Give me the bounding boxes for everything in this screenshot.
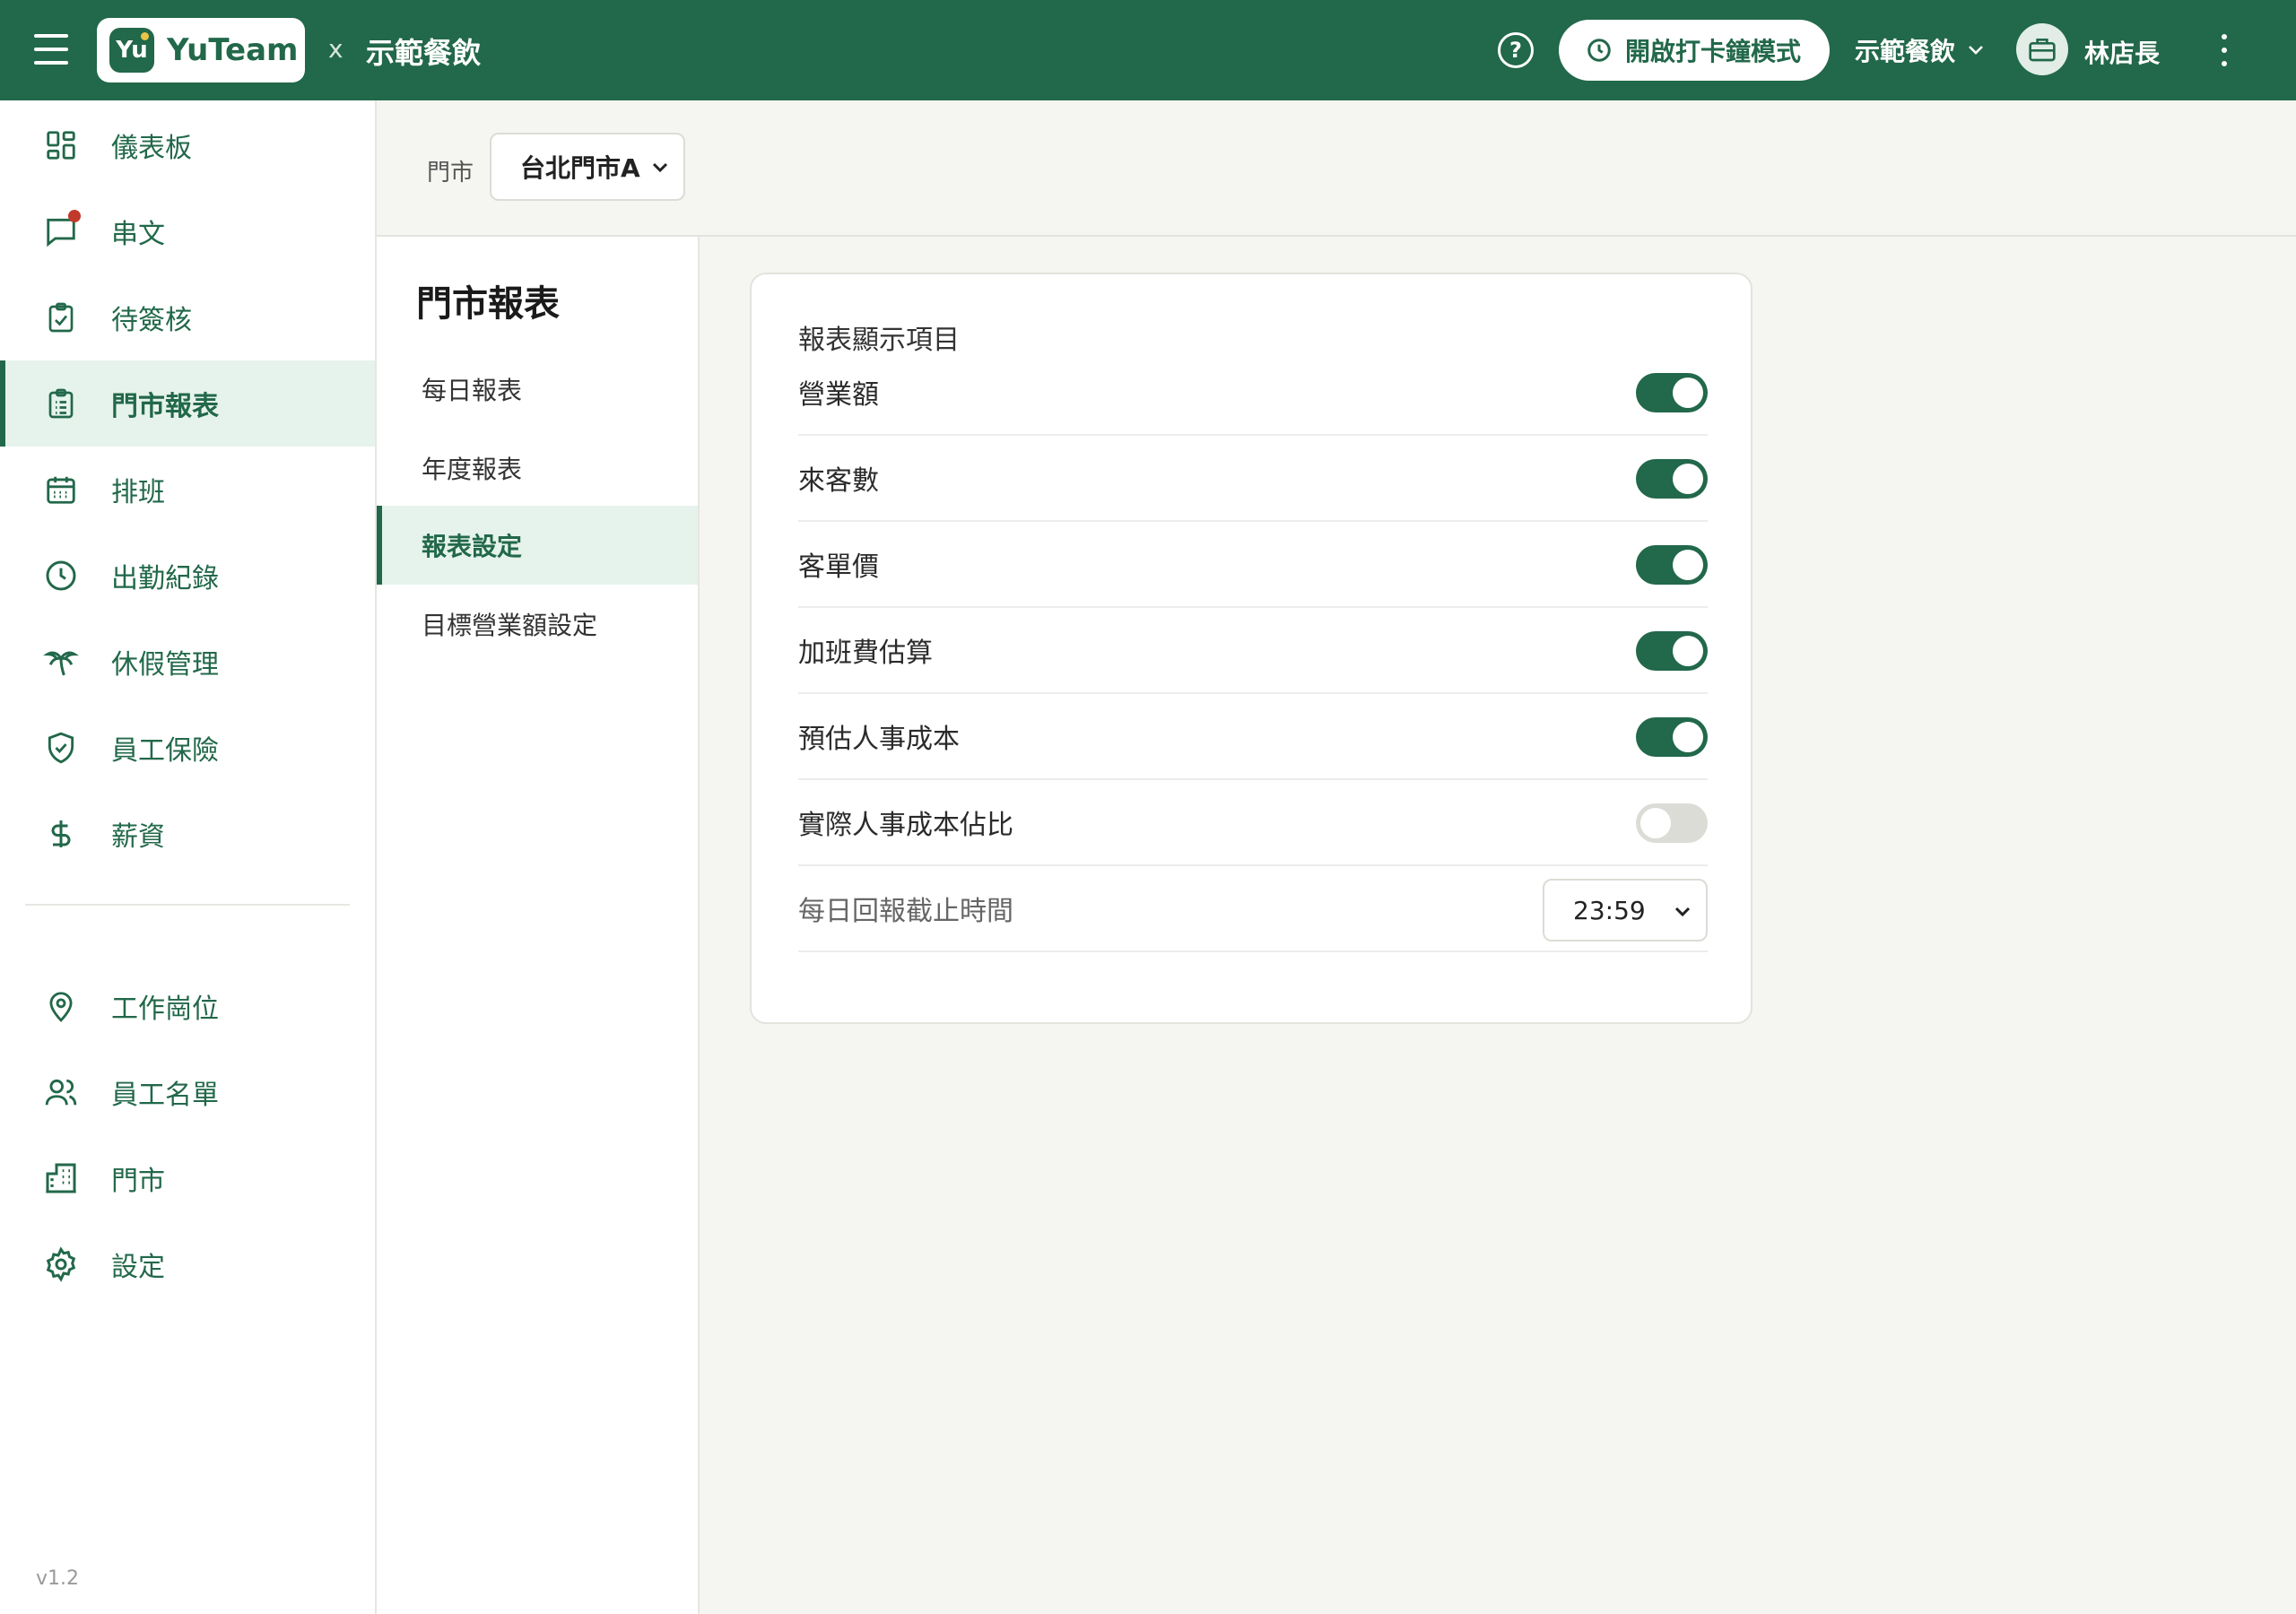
sidebar-item-label: 工作崗位 xyxy=(111,994,219,1025)
username[interactable]: 林店長 xyxy=(2084,34,2160,70)
report-settings-card: 報表顯示項目 營業額 來客數 客單價 加班費估算 預估人事成本 實際人事成本佔比… xyxy=(750,273,1752,1024)
hamburger-menu-icon[interactable] xyxy=(34,34,68,65)
sidebar-item-store-reports[interactable]: 門市報表 xyxy=(0,360,375,447)
dollar-icon xyxy=(41,814,81,854)
company-selector-label: 示範餐飲 xyxy=(1855,37,1956,66)
logo-mark: Yu xyxy=(109,28,154,73)
toggle-avg-spend[interactable] xyxy=(1636,545,1708,585)
setting-label: 預估人事成本 xyxy=(798,724,960,755)
setting-label: 每日回報截止時間 xyxy=(798,896,1013,927)
sidebar-item-label: 休假管理 xyxy=(111,649,219,681)
sidebar-item-salary[interactable]: 薪資 xyxy=(0,791,375,877)
cutoff-time-select[interactable]: 23:59 xyxy=(1543,879,1708,941)
users-icon xyxy=(41,1072,81,1112)
store-filter-label: 門市 xyxy=(427,160,474,187)
top-bar: Yu YuTeam x 示範餐飲 ? 開啟打卡鐘模式 示範餐飲 林店長 xyxy=(0,0,2296,100)
chat-icon xyxy=(41,210,81,251)
store-select[interactable]: 台北門市A xyxy=(490,133,685,201)
avatar[interactable] xyxy=(2016,23,2068,75)
sidebar-item-label: 設定 xyxy=(111,1252,165,1283)
sidebar-item-label: 員工名單 xyxy=(111,1080,219,1111)
sidebar-item-settings[interactable]: 設定 xyxy=(0,1221,375,1307)
store-select-value: 台北門市A xyxy=(520,153,640,183)
gear-icon xyxy=(41,1245,81,1284)
clock-icon xyxy=(41,556,81,595)
app-version: v1.2 xyxy=(36,1567,80,1590)
calendar-icon xyxy=(41,470,81,509)
report-submenu: 門市報表 每日報表 年度報表 報表設定 目標營業額設定 xyxy=(377,237,700,1614)
toggle-actual-labor-ratio[interactable] xyxy=(1636,803,1708,843)
sidebar-item-attendance[interactable]: 出勤紀錄 xyxy=(0,533,375,619)
sidebar-item-label: 待簽核 xyxy=(111,305,192,336)
toggle-est-labor-cost[interactable] xyxy=(1636,717,1708,757)
notification-dot xyxy=(68,210,81,222)
sidebar-item-approvals[interactable]: 待簽核 xyxy=(0,274,375,360)
sidebar-item-stores[interactable]: 門市 xyxy=(0,1135,375,1221)
palm-tree-icon xyxy=(41,642,81,681)
toggle-overtime[interactable] xyxy=(1636,631,1708,671)
setting-row-actual-labor-ratio: 實際人事成本佔比 xyxy=(798,780,1708,866)
sidebar-item-label: 門市報表 xyxy=(111,391,219,422)
report-icon xyxy=(41,384,81,423)
location-pin-icon xyxy=(41,986,81,1026)
clipboard-check-icon xyxy=(41,298,81,337)
briefcase-icon xyxy=(2029,39,2056,62)
sidebar-item-scheduling[interactable]: 排班 xyxy=(0,447,375,533)
sidebar-item-posts[interactable]: 串文 xyxy=(0,188,375,274)
shield-icon xyxy=(41,728,81,768)
submenu-item-report-settings[interactable]: 報表設定 xyxy=(377,506,698,585)
setting-label: 營業額 xyxy=(798,379,879,411)
sidebar-item-label: 串文 xyxy=(111,219,165,250)
clock-icon xyxy=(1587,39,1611,62)
sidebar-item-label: 出勤紀錄 xyxy=(111,563,219,594)
setting-row-avg-spend: 客單價 xyxy=(798,522,1708,608)
sidebar-item-positions[interactable]: 工作崗位 xyxy=(0,963,375,1049)
toggle-customers[interactable] xyxy=(1636,459,1708,499)
sidebar: 儀表板 串文 待簽核 門市報表 排班 出勤紀錄 休假管理 員工保險 薪資 工作崗… xyxy=(0,100,377,1614)
sidebar-item-dashboard[interactable]: 儀表板 xyxy=(0,102,375,188)
sidebar-item-label: 門市 xyxy=(111,1166,165,1197)
setting-row-cutoff-time: 每日回報截止時間 23:59 xyxy=(798,866,1708,952)
help-icon[interactable]: ? xyxy=(1498,32,1534,68)
company-selector[interactable]: 示範餐飲 xyxy=(1855,32,1984,68)
sidebar-item-employees[interactable]: 員工名單 xyxy=(0,1049,375,1135)
chevron-down-icon xyxy=(1969,46,1983,55)
submenu-item-target-revenue[interactable]: 目標營業額設定 xyxy=(377,585,698,664)
company-name: 示範餐飲 xyxy=(366,36,482,70)
clock-mode-label: 開啟打卡鐘模式 xyxy=(1625,37,1802,66)
cutoff-time-value: 23:59 xyxy=(1573,895,1646,925)
sidebar-item-label: 員工保險 xyxy=(111,735,219,767)
setting-label: 加班費估算 xyxy=(798,638,933,669)
app-logo[interactable]: Yu YuTeam xyxy=(97,18,305,82)
setting-row-customers: 來客數 xyxy=(798,436,1708,522)
dashboard-icon xyxy=(41,126,81,165)
toggle-revenue[interactable] xyxy=(1636,373,1708,412)
sidebar-item-label: 排班 xyxy=(111,477,165,508)
sidebar-item-insurance[interactable]: 員工保險 xyxy=(0,705,375,791)
building-icon xyxy=(41,1158,81,1198)
submenu-item-annual-report[interactable]: 年度報表 xyxy=(377,429,698,508)
chevron-down-icon xyxy=(1674,907,1691,917)
sidebar-item-label: 儀表板 xyxy=(111,133,192,164)
clock-mode-button[interactable]: 開啟打卡鐘模式 xyxy=(1559,20,1830,81)
sidebar-divider xyxy=(25,904,350,906)
setting-label: 實際人事成本佔比 xyxy=(798,810,1013,841)
setting-row-overtime: 加班費估算 xyxy=(798,608,1708,694)
more-options-icon[interactable] xyxy=(2217,34,2231,66)
setting-label: 客單價 xyxy=(798,551,879,583)
sidebar-item-label: 薪資 xyxy=(111,821,165,853)
setting-row-revenue: 營業額 xyxy=(798,350,1708,436)
setting-label: 來客數 xyxy=(798,465,879,497)
sidebar-item-leave[interactable]: 休假管理 xyxy=(0,619,375,705)
submenu-title: 門市報表 xyxy=(416,283,560,325)
brand-separator: x xyxy=(328,34,344,64)
chevron-down-icon xyxy=(652,162,668,173)
logo-text: YuTeam xyxy=(167,32,299,68)
submenu-item-daily-report[interactable]: 每日報表 xyxy=(377,350,698,429)
setting-row-est-labor-cost: 預估人事成本 xyxy=(798,694,1708,780)
